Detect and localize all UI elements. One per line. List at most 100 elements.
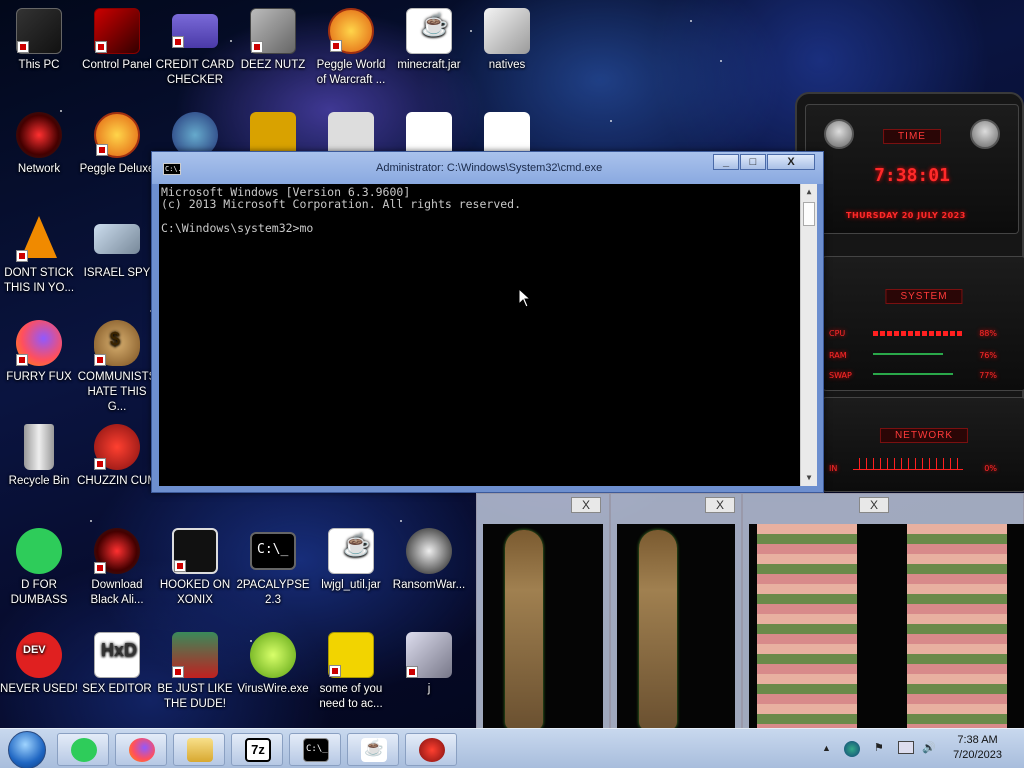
icon-label: BE JUST LIKE THE DUDE!: [157, 683, 233, 710]
network-panel: NETWORK IN 0%: [822, 397, 1024, 492]
cmd-system-icon[interactable]: C:\.: [163, 163, 182, 175]
icon-label: natives: [488, 59, 526, 71]
net-in-label: IN: [829, 464, 838, 473]
taskbar-app-chuzzle[interactable]: [405, 733, 457, 766]
preview-close-button[interactable]: X: [571, 497, 601, 513]
desktop-icon-download-black-ali[interactable]: Download Black Ali...: [77, 528, 157, 608]
system-monitor-gadget[interactable]: TIME 7:38:01 THURSDAY 20 JULY 2023 SYSTE…: [795, 92, 1024, 492]
start-button[interactable]: [8, 731, 46, 768]
show-hidden-icons-button[interactable]: ▲: [822, 743, 831, 753]
cpu-bar: [873, 331, 963, 336]
preview-close-button[interactable]: X: [705, 497, 735, 513]
scroll-down-arrow-icon[interactable]: ▼: [801, 470, 817, 486]
taskbar-app-firefox[interactable]: [115, 733, 167, 766]
recycle-bin-icon: [24, 424, 54, 470]
icon-label: D FOR DUMBASS: [10, 579, 68, 606]
cpu-label: CPU: [829, 329, 846, 338]
terminal-icon: C:\_: [303, 738, 329, 762]
zombie-pigman-figure: [907, 524, 1007, 730]
icon-label: CREDIT CARD CHECKER: [155, 59, 235, 86]
scroll-thumb[interactable]: [803, 202, 815, 226]
swap-value: 77%: [979, 371, 997, 380]
gadget-clock: 7:38:01: [874, 165, 950, 186]
alien-network-icon: [16, 112, 62, 158]
taskbar-app-cmd[interactable]: C:\_: [289, 733, 341, 766]
taskbar-app-7zip[interactable]: 7z: [231, 733, 283, 766]
cmd-console[interactable]: Microsoft Windows [Version 6.3.9600] (c)…: [159, 184, 817, 486]
desktop-icon-viruswire[interactable]: VirusWire.exe: [233, 632, 313, 697]
preview-window-3[interactable]: X: [742, 493, 1024, 731]
volume-icon[interactable]: 🔊: [922, 741, 936, 754]
icon-label: Network: [17, 163, 61, 175]
swap-label: SWAP: [829, 371, 852, 380]
close-button[interactable]: X: [767, 154, 815, 170]
desktop-icon-sex-editor[interactable]: HxD SEX EDITOR: [77, 632, 157, 697]
icon-label: Control Panel: [82, 59, 152, 71]
firefox-icon: [129, 738, 155, 762]
preview-window-2[interactable]: X: [610, 493, 742, 731]
desktop-icon-d-for-dumbass[interactable]: D FOR DUMBASS: [0, 528, 79, 608]
zombie-pigman-figure: [757, 524, 857, 730]
network-icon[interactable]: [898, 741, 914, 754]
control-panel-icon: [94, 8, 140, 54]
desktop-icon-xonix[interactable]: HOOKED ON XONIX: [155, 528, 235, 608]
desktop-icon-furry-fux[interactable]: FURRY FUX: [0, 320, 79, 385]
desktop-icon-natives[interactable]: natives: [467, 8, 547, 73]
desktop-icon-network[interactable]: Network: [0, 112, 79, 177]
firefox-icon: [16, 320, 62, 366]
network-title: NETWORK: [879, 428, 969, 443]
tray-app-icon[interactable]: [844, 741, 860, 757]
desktop-icon-this-pc[interactable]: This PC: [0, 8, 79, 73]
desktop-icon-be-just-like[interactable]: BE JUST LIKE THE DUDE!: [155, 632, 235, 712]
maximize-button[interactable]: □: [740, 154, 766, 170]
desktop-icon-ransomware[interactable]: RansomWar...: [389, 528, 469, 593]
desktop-icon-j[interactable]: j: [389, 632, 469, 697]
preview-window-1[interactable]: X: [476, 493, 610, 731]
taskbar-app-file-explorer[interactable]: [173, 733, 225, 766]
time-title: TIME: [883, 129, 941, 144]
preview-close-button[interactable]: X: [859, 497, 889, 513]
desktop-icon-never-used[interactable]: DEV NEVER USED!: [0, 632, 79, 697]
desktop-icon-lwjgl-util[interactable]: ☕ lwjgl_util.jar: [311, 528, 391, 593]
desktop-icon-minecraft-jar[interactable]: ☕ minecraft.jar: [389, 8, 469, 73]
console-line: (c) 2013 Microsoft Corporation. All righ…: [161, 197, 522, 211]
action-center-flag-icon[interactable]: ⚑: [874, 741, 884, 754]
desktop-icon-some-of-you[interactable]: some of you need to ac...: [311, 632, 391, 712]
gadget-date: THURSDAY 20 JULY 2023: [846, 211, 966, 220]
7zip-icon: 7z: [245, 738, 271, 762]
minimize-button[interactable]: _: [713, 154, 739, 170]
swap-bar: [873, 373, 953, 375]
desktop-icon-deez-nutz[interactable]: DEEZ NUTZ: [233, 8, 313, 73]
sticky-notes-icon: [16, 528, 62, 574]
icon-label: minecraft.jar: [397, 59, 461, 71]
desktop-icon-israel-spy[interactable]: ISRAEL SPY: [77, 216, 157, 281]
computer-icon: [16, 8, 62, 54]
desktop-icon-recycle-bin[interactable]: Recycle Bin: [0, 424, 79, 489]
java-icon: ☕: [328, 528, 374, 574]
chuzzle-icon: [94, 424, 140, 470]
ram-value: 76%: [979, 351, 997, 360]
icon-label: some of you need to ac...: [319, 683, 383, 710]
skull-icon: [406, 528, 452, 574]
vertical-scrollbar[interactable]: ▲ ▼: [800, 184, 817, 486]
alien-head-icon: [970, 119, 1000, 149]
cmd-window[interactable]: C:\. Administrator: C:\Windows\System32\…: [151, 151, 824, 493]
icon-label: SEX EDITOR: [82, 683, 152, 695]
scroll-up-arrow-icon[interactable]: ▲: [801, 184, 817, 200]
taskbar-app-java[interactable]: ☕: [347, 733, 399, 766]
taskbar-app-sticky-notes[interactable]: [57, 733, 109, 766]
desktop-icon-dont-stick[interactable]: DONT STICK THIS IN YO...: [0, 216, 79, 296]
cmd-titlebar[interactable]: C:\. Administrator: C:\Windows\System32\…: [152, 152, 823, 184]
taskbar-clock[interactable]: 7:38 AM 7/20/2023: [953, 733, 1002, 763]
desktop-icon-control-panel[interactable]: Control Panel: [77, 8, 157, 73]
desktop-icon-credit-card-checker[interactable]: CREDIT CARD CHECKER: [155, 8, 235, 88]
desktop-icon-2pacalypse[interactable]: C:\_ 2PACALYPSE 2.3: [233, 528, 313, 608]
desktop-icon-communists[interactable]: $ COMMUNISTS HATE THIS G...: [77, 320, 157, 415]
desktop-icon-peggle-wow[interactable]: Peggle World of Warcraft ...: [311, 8, 391, 88]
desktop-icon-chuzzin[interactable]: CHUZZIN CUM: [77, 424, 157, 489]
icon-label: FURRY FUX: [6, 371, 72, 383]
desktop-icon-peggle-deluxe[interactable]: Peggle Deluxe: [77, 112, 157, 177]
mouse-cursor-icon: [518, 288, 532, 308]
icon-label: lwjgl_util.jar: [321, 579, 381, 591]
icon-label: 2PACALYPSE 2.3: [236, 579, 310, 606]
